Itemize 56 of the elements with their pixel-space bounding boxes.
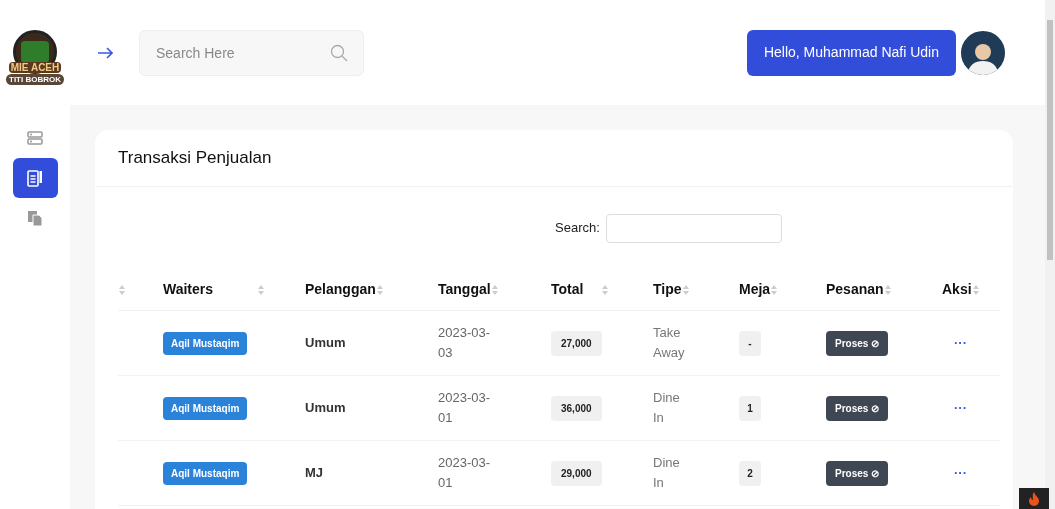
sort-icon[interactable] — [375, 283, 384, 296]
sort-icon[interactable] — [681, 283, 690, 296]
status-badge: Proses ⊘ — [826, 460, 889, 486]
waiter-badge: Aqil Mustaqim — [163, 461, 248, 485]
customer-name: Umum — [305, 399, 346, 418]
more-actions-button[interactable]: ··· — [954, 398, 967, 418]
search-icon — [330, 43, 348, 62]
column-header[interactable]: Aksi — [942, 279, 972, 300]
flame-icon[interactable] — [1019, 488, 1049, 509]
more-actions-button[interactable]: ··· — [954, 463, 967, 483]
search-field[interactable]: Search Here — [139, 29, 364, 76]
more-actions-button[interactable]: ··· — [954, 333, 967, 353]
total-badge: 27,000 — [551, 330, 602, 356]
transaction-date: 2023-03-03 — [438, 324, 492, 362]
clipboard-icon — [27, 169, 43, 187]
sort-icon[interactable] — [490, 283, 499, 296]
sort-icon[interactable] — [770, 283, 779, 296]
customer-name: Umum — [305, 334, 346, 353]
sort-icon[interactable] — [257, 283, 265, 296]
scrollbar-thumb[interactable] — [1047, 20, 1053, 260]
order-type: Dine In — [653, 389, 681, 427]
server-list-icon — [27, 130, 43, 146]
logo-subtitle: TITI BOBROK — [6, 74, 64, 85]
sort-icon[interactable] — [118, 283, 126, 296]
sort-icon[interactable] — [971, 283, 980, 296]
table-number-badge: 1 — [739, 395, 761, 421]
column-header[interactable]: Meja — [739, 279, 771, 300]
customer-name: MJ — [305, 464, 324, 483]
total-badge: 29,000 — [551, 460, 602, 486]
status-badge: Proses ⊘ — [826, 330, 889, 356]
waiter-badge: Aqil Mustaqim — [163, 331, 248, 355]
column-header[interactable]: Pelanggan — [305, 279, 376, 300]
logo-title: MIE ACEH — [8, 62, 62, 73]
transaction-date: 2023-03-01 — [438, 389, 492, 427]
user-greeting-button[interactable]: Hello, Muhammad Nafi Udin — [746, 29, 956, 76]
documents-icon — [27, 210, 43, 226]
table-search-field[interactable] — [605, 213, 782, 243]
sort-icon[interactable] — [883, 283, 892, 296]
status-badge: Proses ⊘ — [826, 395, 889, 421]
column-header[interactable]: Total — [551, 279, 584, 300]
table-number-badge: - — [739, 330, 761, 356]
sort-icon[interactable] — [601, 283, 610, 296]
column-header[interactable]: Tanggal — [438, 279, 491, 300]
sidebar-item[interactable] — [12, 158, 58, 198]
column-header[interactable]: Pesanan — [826, 279, 884, 300]
arrow-right-icon[interactable] — [97, 46, 113, 59]
table-number-badge: 2 — [739, 460, 761, 486]
column-header[interactable]: Waiters — [163, 279, 239, 300]
waiter-badge: Aqil Mustaqim — [163, 396, 248, 420]
transaction-date: 2023-03-01 — [438, 454, 492, 492]
total-badge: 36,000 — [551, 395, 602, 421]
column-header[interactable]: Tipe — [653, 279, 682, 300]
card-title: Transaksi Penjualan — [118, 147, 272, 170]
order-type: Take Away — [653, 324, 686, 362]
order-type: Dine In — [653, 454, 681, 492]
search-label: Search: — [555, 219, 600, 238]
